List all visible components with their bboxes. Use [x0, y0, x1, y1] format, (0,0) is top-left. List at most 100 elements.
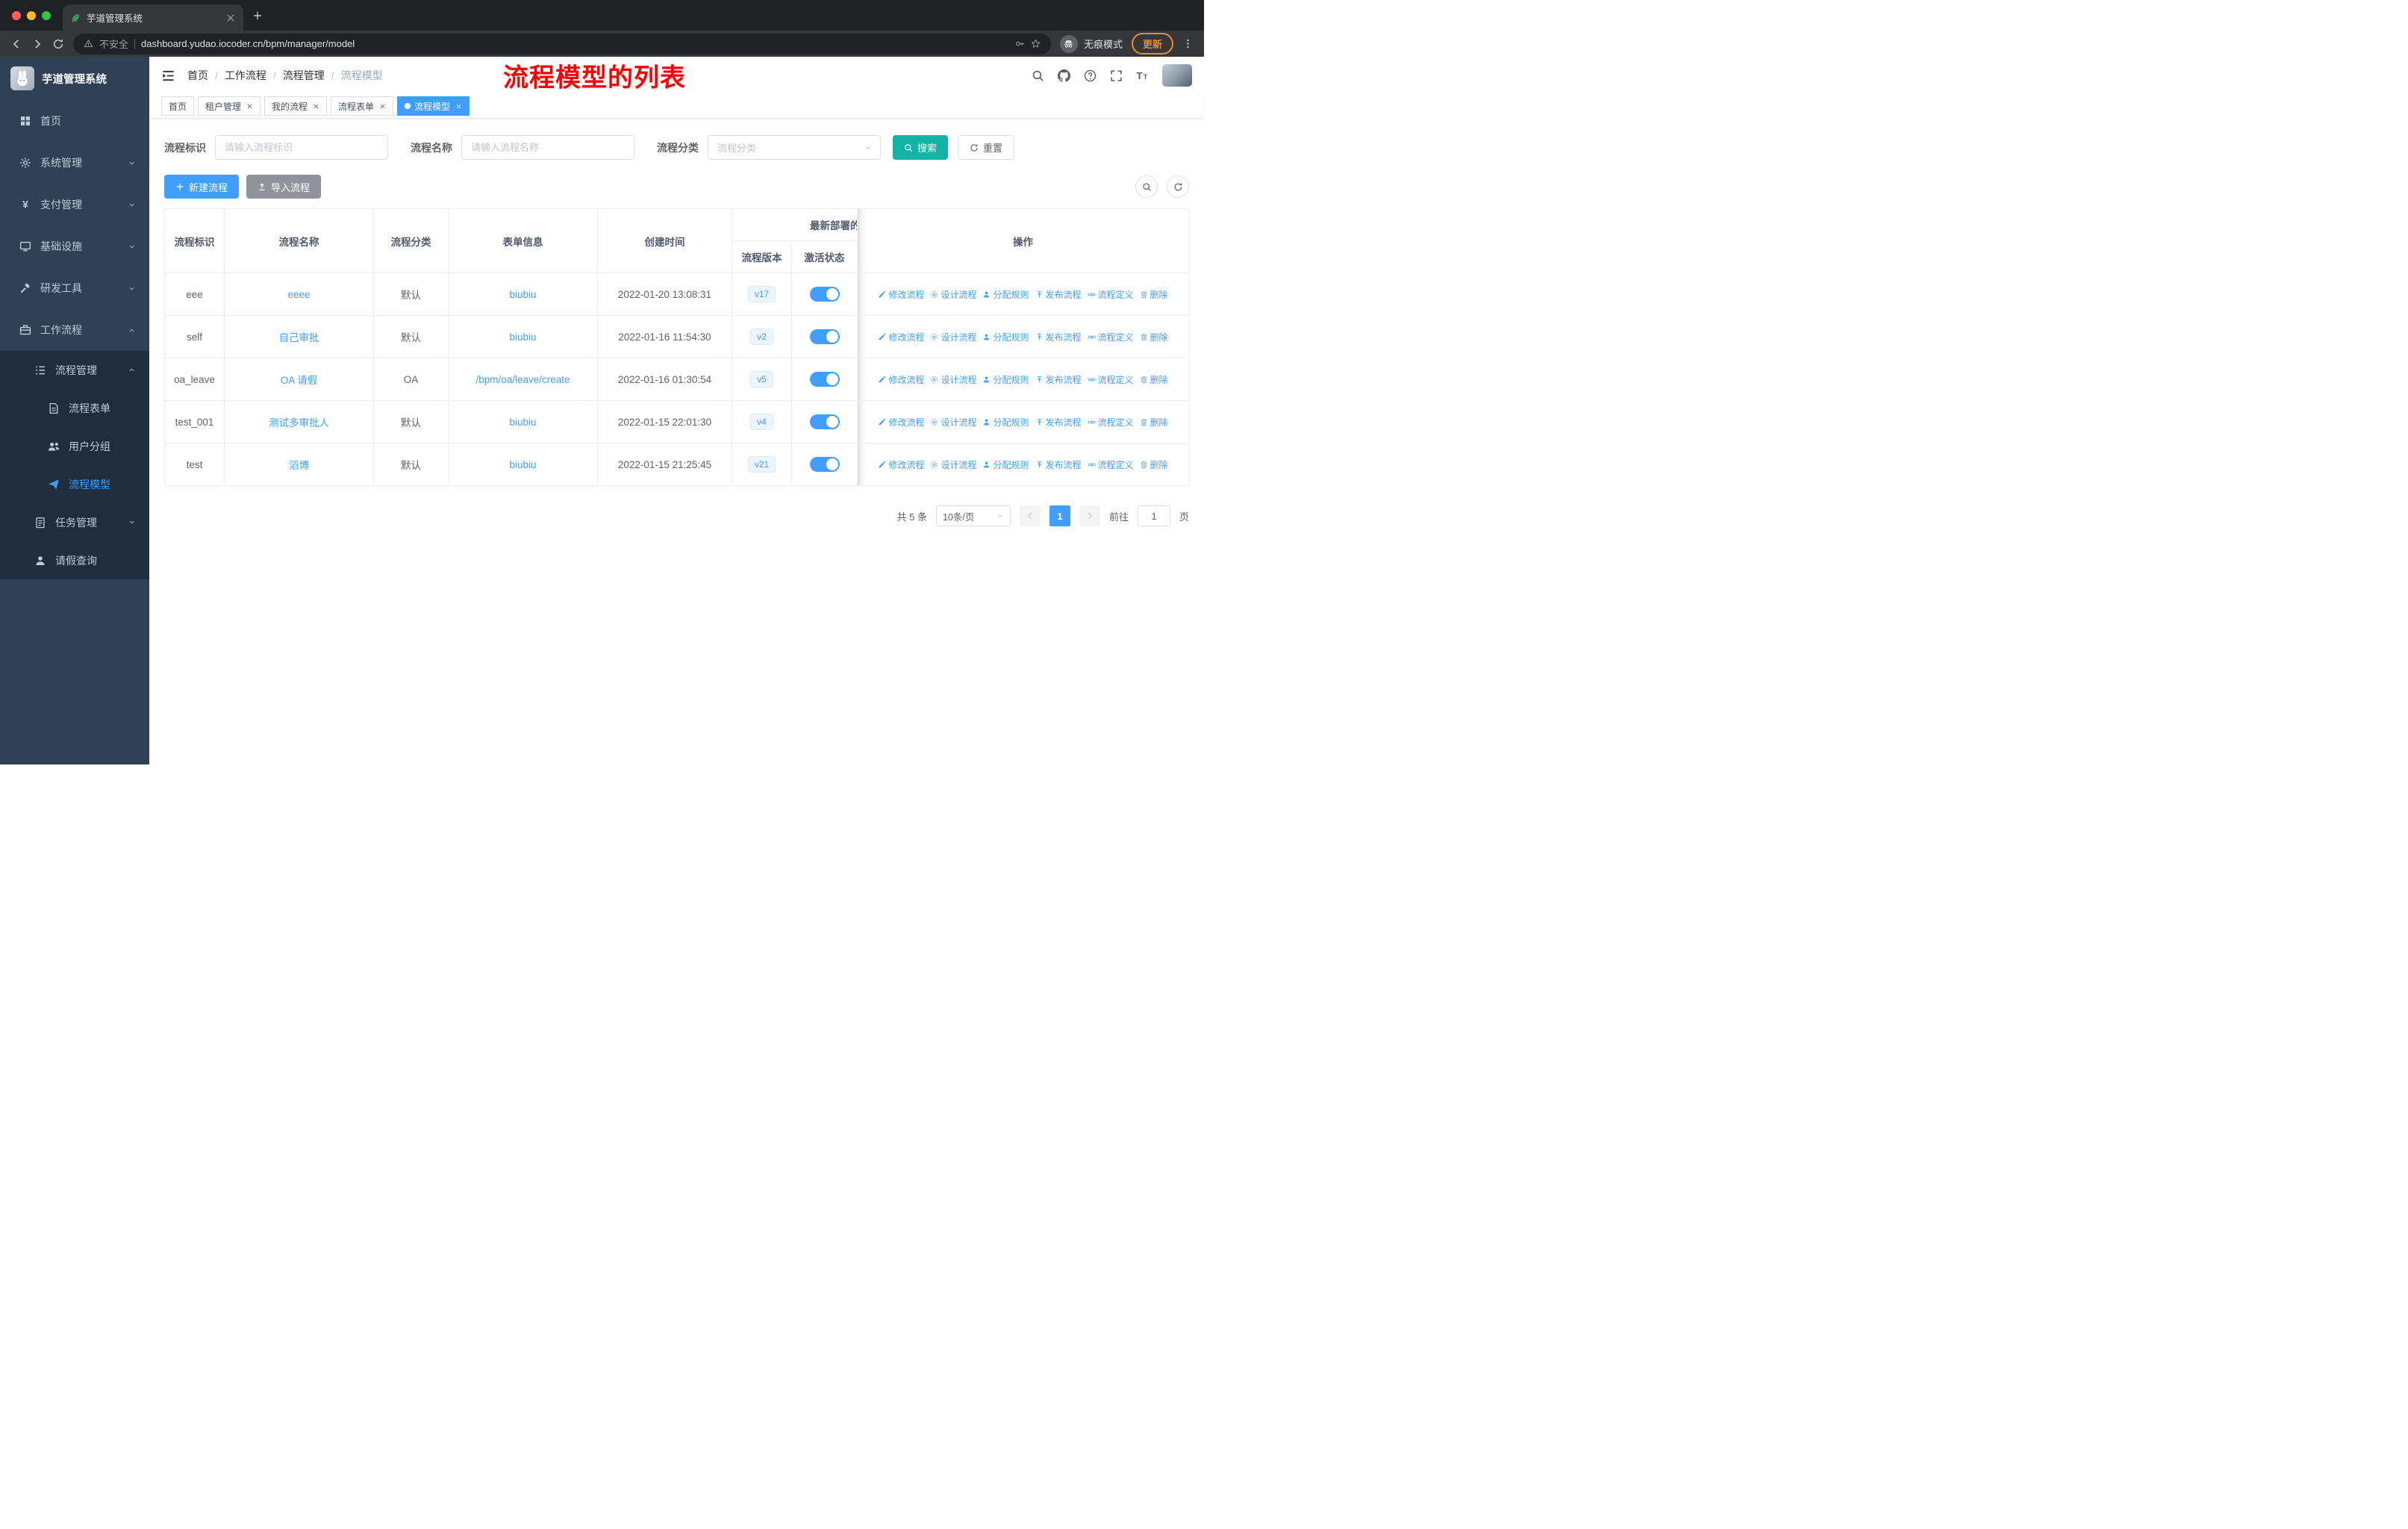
action-publish-link[interactable]: 发布流程 — [1035, 331, 1082, 343]
sidebar-collapse-icon[interactable] — [161, 69, 175, 83]
sidebar-item-leave-query[interactable]: 请假查询 — [0, 541, 149, 579]
action-delete-link[interactable]: 删除 — [1140, 458, 1168, 471]
action-assign-link[interactable]: 分配规则 — [982, 288, 1029, 301]
action-definition-link[interactable]: 流程定义 — [1088, 288, 1134, 301]
action-delete-link[interactable]: 删除 — [1140, 416, 1168, 429]
sidebar-item-user-group[interactable]: 用户分组 — [0, 427, 149, 465]
active-toggle[interactable] — [809, 287, 840, 302]
update-button[interactable]: 更新 — [1131, 33, 1173, 55]
page-number-button[interactable]: 1 — [1049, 505, 1070, 526]
security-label[interactable]: 不安全 — [99, 37, 128, 51]
action-definition-link[interactable]: 流程定义 — [1088, 458, 1134, 471]
active-toggle[interactable] — [809, 457, 840, 472]
action-modify-link[interactable]: 修改流程 — [878, 416, 924, 429]
sidebar-item-process-model[interactable]: 流程模型 — [0, 465, 149, 503]
create-process-button[interactable]: 新建流程 — [164, 175, 240, 199]
action-design-link[interactable]: 设计流程 — [930, 416, 976, 429]
view-tag[interactable]: 流程模型 — [397, 96, 470, 116]
action-design-link[interactable]: 设计流程 — [930, 288, 976, 301]
sidebar-item-payment[interactable]: ¥ 支付管理 — [0, 184, 149, 225]
action-modify-link[interactable]: 修改流程 — [878, 458, 924, 471]
prev-page-button[interactable] — [1019, 505, 1041, 526]
refresh-table-button[interactable] — [1167, 175, 1189, 198]
url-text[interactable]: dashboard.yudao.iocoder.cn/bpm/manager/m… — [141, 38, 1009, 49]
new-tab-button[interactable] — [252, 10, 263, 21]
action-design-link[interactable]: 设计流程 — [930, 331, 976, 343]
view-tag[interactable]: 流程表单 — [331, 96, 394, 116]
action-modify-link[interactable]: 修改流程 — [878, 288, 924, 301]
view-tag[interactable]: 我的流程 — [264, 96, 328, 116]
active-toggle[interactable] — [809, 372, 840, 387]
action-assign-link[interactable]: 分配规则 — [982, 331, 1029, 343]
form-link[interactable]: biubiu — [509, 331, 536, 343]
action-delete-link[interactable]: 删除 — [1140, 331, 1168, 343]
process-key-input[interactable] — [215, 135, 388, 160]
action-definition-link[interactable]: 流程定义 — [1088, 416, 1134, 429]
model-name-link[interactable]: eeee — [287, 289, 310, 300]
model-name-link[interactable]: 测试多审批人 — [269, 417, 329, 429]
browser-menu-icon[interactable] — [1182, 38, 1194, 49]
action-design-link[interactable]: 设计流程 — [930, 458, 976, 471]
fullscreen-icon[interactable] — [1110, 69, 1123, 82]
breadcrumb-item[interactable]: 工作流程 — [225, 68, 266, 83]
sidebar-item-workflow[interactable]: 工作流程 — [0, 309, 149, 351]
github-icon[interactable] — [1058, 69, 1070, 82]
import-process-button[interactable]: 导入流程 — [246, 175, 322, 199]
action-definition-link[interactable]: 流程定义 — [1088, 373, 1134, 386]
action-modify-link[interactable]: 修改流程 — [878, 331, 924, 343]
process-name-input[interactable] — [461, 135, 634, 160]
model-name-link[interactable]: OA 请假 — [281, 375, 318, 386]
address-bar[interactable]: 不安全 dashboard.yudao.iocoder.cn/bpm/manag… — [73, 33, 1051, 55]
action-publish-link[interactable]: 发布流程 — [1035, 416, 1082, 429]
sidebar-item-task-mgmt[interactable]: 任务管理 — [0, 503, 149, 541]
sidebar-item-process-form[interactable]: 流程表单 — [0, 389, 149, 427]
browser-tab[interactable]: 芋道管理系统 — [63, 4, 243, 31]
search-icon[interactable] — [1032, 69, 1044, 82]
breadcrumb-item[interactable]: 首页 — [187, 68, 208, 83]
bookmark-star-icon[interactable] — [1031, 39, 1041, 49]
form-link[interactable]: biubiu — [509, 289, 536, 300]
model-name-link[interactable]: 滔博 — [289, 460, 309, 471]
page-size-select[interactable]: 10条/页 — [935, 505, 1011, 526]
action-assign-link[interactable]: 分配规则 — [982, 373, 1029, 386]
form-link[interactable]: /bpm/oa/leave/create — [475, 374, 570, 385]
window-close-button[interactable] — [12, 10, 21, 20]
view-tag[interactable]: 租户管理 — [198, 96, 261, 116]
user-avatar[interactable] — [1162, 64, 1192, 87]
sidebar-item-system[interactable]: 系统管理 — [0, 142, 149, 184]
action-publish-link[interactable]: 发布流程 — [1035, 458, 1082, 471]
action-delete-link[interactable]: 删除 — [1140, 288, 1168, 301]
action-delete-link[interactable]: 删除 — [1140, 373, 1168, 386]
sidebar-item-home[interactable]: 首页 — [0, 100, 149, 142]
help-icon[interactable] — [1084, 69, 1097, 82]
password-key-icon[interactable] — [1015, 39, 1025, 49]
sidebar-item-devtools[interactable]: 研发工具 — [0, 267, 149, 309]
form-link[interactable]: biubiu — [509, 417, 536, 428]
model-name-link[interactable]: 自己审批 — [279, 332, 319, 343]
next-page-button[interactable] — [1079, 505, 1100, 526]
sidebar-item-process-mgmt[interactable]: 流程管理 — [0, 351, 149, 389]
toggle-search-button[interactable] — [1135, 175, 1158, 198]
font-size-icon[interactable]: TT — [1136, 69, 1149, 82]
action-definition-link[interactable]: 流程定义 — [1088, 331, 1134, 343]
forward-button[interactable] — [31, 38, 43, 50]
breadcrumb-item[interactable]: 流程管理 — [283, 68, 325, 83]
active-toggle[interactable] — [809, 329, 840, 344]
goto-page-input[interactable] — [1137, 505, 1170, 526]
form-link[interactable]: biubiu — [509, 459, 536, 470]
window-zoom-button[interactable] — [42, 10, 51, 20]
action-assign-link[interactable]: 分配规则 — [982, 458, 1029, 471]
active-toggle[interactable] — [809, 414, 840, 429]
sidebar-item-infrastructure[interactable]: 基础设施 — [0, 225, 149, 267]
view-tag[interactable]: 首页 — [161, 96, 195, 116]
tab-close-icon[interactable] — [225, 13, 236, 23]
reset-button[interactable]: 重置 — [958, 135, 1015, 160]
action-design-link[interactable]: 设计流程 — [930, 373, 976, 386]
window-minimize-button[interactable] — [27, 10, 36, 20]
search-button[interactable]: 搜索 — [893, 135, 949, 160]
action-modify-link[interactable]: 修改流程 — [878, 373, 924, 386]
action-publish-link[interactable]: 发布流程 — [1035, 288, 1082, 301]
category-select[interactable]: 流程分类 — [708, 135, 881, 160]
reload-button[interactable] — [52, 38, 64, 50]
action-assign-link[interactable]: 分配规则 — [982, 416, 1029, 429]
